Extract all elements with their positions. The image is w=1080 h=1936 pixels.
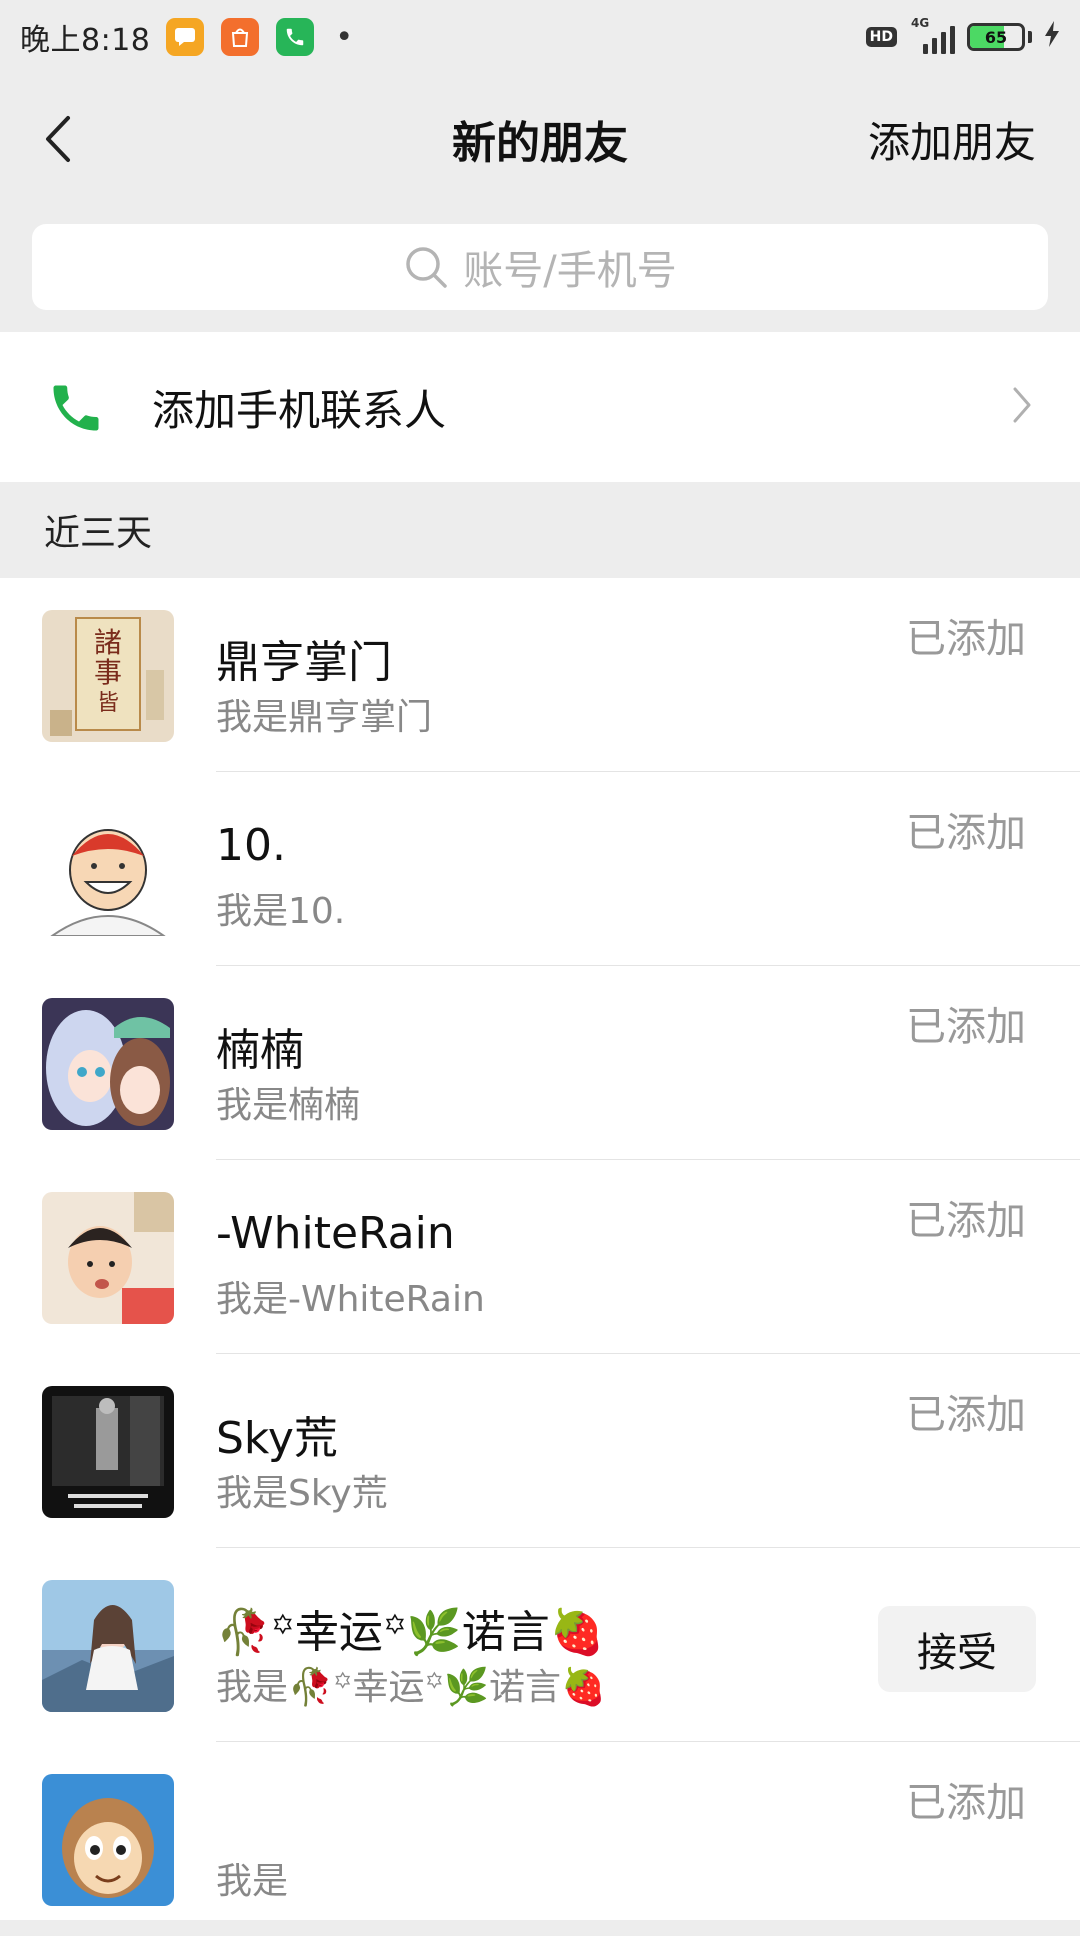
search-placeholder: 账号/手机号 [463,248,677,294]
item-name: 10. [216,820,286,871]
dark-street-avatar [42,1386,174,1518]
accept-button[interactable]: 接受 [878,1606,1036,1692]
added-status: 已添加 [906,810,1026,856]
added-status: 已添加 [906,1392,1026,1438]
battery-level: 65 [984,27,1008,47]
child-photo-avatar [42,1192,174,1324]
phone-app-icon [276,18,315,56]
status-bar: 晚上8:18 • HD 4G 65 [0,0,1080,74]
phone-icon [46,378,106,442]
add-phone-contacts-label: 添加手机联系人 [152,385,447,435]
svg-text:皆: 皆 [97,691,119,716]
list-item[interactable]: -WhiteRain 我是-WhiteRain 已添加 [0,1160,1080,1354]
chevron-right-icon [1012,386,1032,428]
network-type: 4G [911,16,930,30]
painted-girl-avatar [42,1580,174,1712]
added-status: 已添加 [906,616,1026,662]
cartoon-monkey-avatar [42,1774,174,1906]
svg-text:事: 事 [94,656,122,689]
charging-bolt-icon [1044,21,1060,53]
friend-request-list: 諸 事 皆 鼎亨掌门 我是鼎亨掌门 已添加 10. 我是10. 已添加 楠楠 我… [0,578,1080,1920]
item-message: 我是楠楠 [216,1085,361,1126]
list-item[interactable]: 諸 事 皆 鼎亨掌门 我是鼎亨掌门 已添加 [0,578,1080,772]
item-message: 我是-WhiteRain [216,1279,485,1320]
signal-icon: 4G [909,16,955,54]
item-message: 我是鼎亨掌门 [216,697,433,738]
svg-text:諸: 諸 [94,626,122,659]
list-item[interactable]: Sky荒 我是Sky荒 已添加 [0,1354,1080,1548]
notification-dot: • [335,19,354,55]
hd-badge: HD [865,27,897,47]
battery-icon: 65 [967,23,1025,51]
added-status: 已添加 [906,1198,1026,1244]
nav-bar: 新的朋友 添加朋友 [0,74,1080,204]
item-name: -WhiteRain [216,1208,455,1259]
back-button[interactable] [28,104,88,174]
search-icon [406,247,447,288]
cartoon-boy-avatar [42,804,174,936]
item-name: 楠楠 [216,1025,304,1076]
list-item[interactable]: 🥀꙳幸运꙳🌿诺言🍓 我是🥀꙳幸运꙳🌿诺言🍓 接受 [0,1548,1080,1742]
section-header-recent: 近三天 [0,482,1080,578]
list-item[interactable]: 楠楠 我是楠楠 已添加 [0,966,1080,1160]
item-message: 我是🥀꙳幸运꙳🌿诺言🍓 [216,1667,606,1708]
item-name: 🥀꙳幸运꙳🌿诺言🍓 [216,1607,605,1658]
added-status: 已添加 [906,1780,1026,1826]
add-phone-contacts-row[interactable]: 添加手机联系人 [0,332,1080,482]
search-input[interactable]: 账号/手机号 [32,224,1048,310]
item-message: 我是Sky荒 [216,1473,388,1514]
anime-girls-avatar [42,998,174,1130]
list-item[interactable]: 我是 已添加 [0,1742,1080,1936]
add-friend-button[interactable]: 添加朋友 [868,109,1036,170]
item-message: 我是 [216,1861,289,1902]
added-status: 已添加 [906,1004,1026,1050]
item-name: Sky荒 [216,1413,338,1464]
calligraphy-scroll-avatar: 諸 事 皆 [42,610,174,742]
message-app-icon [166,18,205,56]
status-time: 晚上8:18 [20,23,151,58]
item-message: 我是10. [216,891,346,932]
back-arrow-icon [46,116,70,162]
mi-store-app-icon [221,18,260,56]
item-name: 鼎亨掌门 [216,637,392,688]
list-item[interactable]: 10. 我是10. 已添加 [0,772,1080,966]
